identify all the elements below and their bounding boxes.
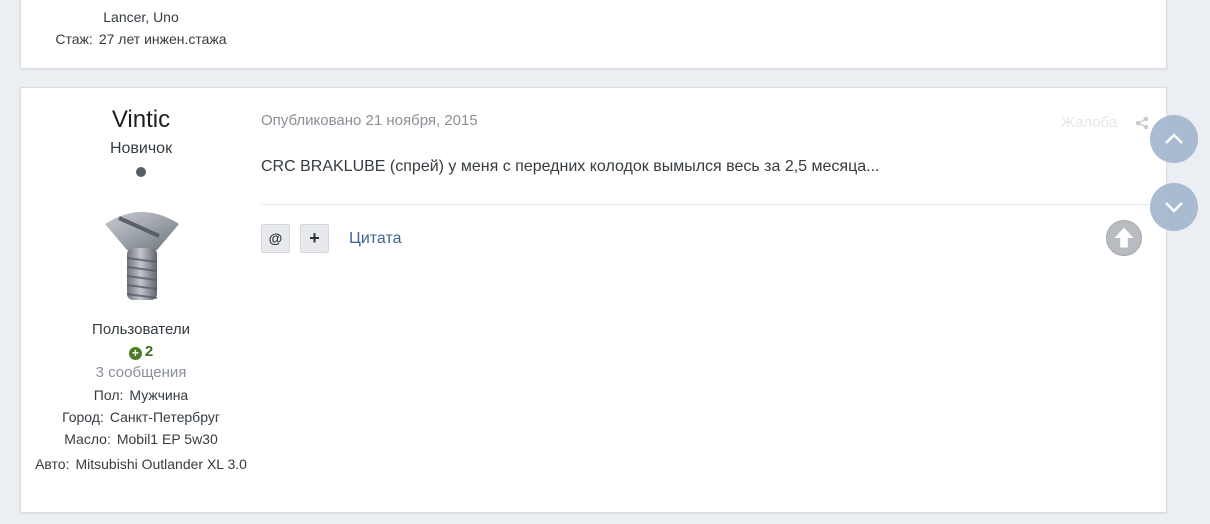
post-date[interactable]: Опубликовано 21 ноября, 2015 bbox=[261, 112, 478, 129]
post-content: CRC BRAKLUBE (спрей) у меня с передних к… bbox=[261, 158, 880, 175]
field-value: Мужчина bbox=[129, 387, 189, 403]
author-field-car: Авто: Mitsubishi Outlander XL 3.0 bbox=[21, 453, 261, 475]
author-field-gender: Пол: Мужчина bbox=[21, 387, 261, 403]
field-label: Город: bbox=[62, 409, 104, 425]
previous-author-cars: Lancer, Uno bbox=[21, 9, 261, 25]
field-label: Авто: bbox=[35, 456, 70, 472]
field-value: Санкт-Петербруг bbox=[109, 409, 220, 425]
mention-button[interactable]: @ bbox=[261, 224, 290, 253]
experience-label: Стаж: bbox=[55, 31, 93, 47]
screw-avatar-icon[interactable] bbox=[99, 206, 185, 306]
plus-circle-icon: + bbox=[128, 347, 142, 360]
author-reputation: +2 bbox=[21, 343, 261, 360]
previous-cars-value: Lancer, Uno bbox=[103, 9, 179, 25]
author-username[interactable]: Vintic bbox=[21, 106, 261, 134]
scroll-down-button[interactable] bbox=[1150, 183, 1198, 231]
reputation-value: 2 bbox=[144, 343, 154, 360]
experience-value: 27 лет инжен.стажа bbox=[98, 31, 227, 47]
report-link[interactable]: Жалоба bbox=[1061, 114, 1117, 131]
field-label: Масло: bbox=[64, 431, 111, 447]
author-group: Пользователи bbox=[92, 321, 190, 338]
author-field-city: Город: Санкт-Петербруг bbox=[21, 409, 261, 425]
share-icon[interactable] bbox=[1135, 116, 1149, 130]
post-card: Vintic Новичок Пользователи + 2 3 сообще… bbox=[20, 87, 1167, 513]
author-field-oil: Масло: Mobil1 EP 5w30 bbox=[21, 431, 261, 447]
previous-author-experience: Стаж: 27 лет инжен.стажа bbox=[21, 31, 261, 47]
author-rank: Новичок bbox=[109, 140, 173, 157]
offline-status-icon bbox=[136, 167, 146, 177]
field-value: Mitsubishi Outlander XL 3.0 bbox=[75, 456, 247, 472]
previous-post-card: Lancer, Uno Стаж: 27 лет инжен.стажа bbox=[20, 0, 1167, 69]
multiquote-add-button[interactable]: + bbox=[300, 224, 329, 253]
post-body: Опубликовано 21 ноября, 2015 Жалоба CRC … bbox=[261, 88, 1166, 512]
field-label: Пол: bbox=[93, 387, 124, 403]
upvote-arrow-icon[interactable] bbox=[1106, 220, 1142, 256]
field-value: Mobil1 EP 5w30 bbox=[116, 431, 218, 447]
scroll-up-button[interactable] bbox=[1150, 115, 1198, 163]
quote-link[interactable]: Цитата bbox=[349, 230, 402, 248]
author-posts-count: 3 сообщения bbox=[95, 364, 187, 381]
post-divider bbox=[261, 204, 1149, 205]
